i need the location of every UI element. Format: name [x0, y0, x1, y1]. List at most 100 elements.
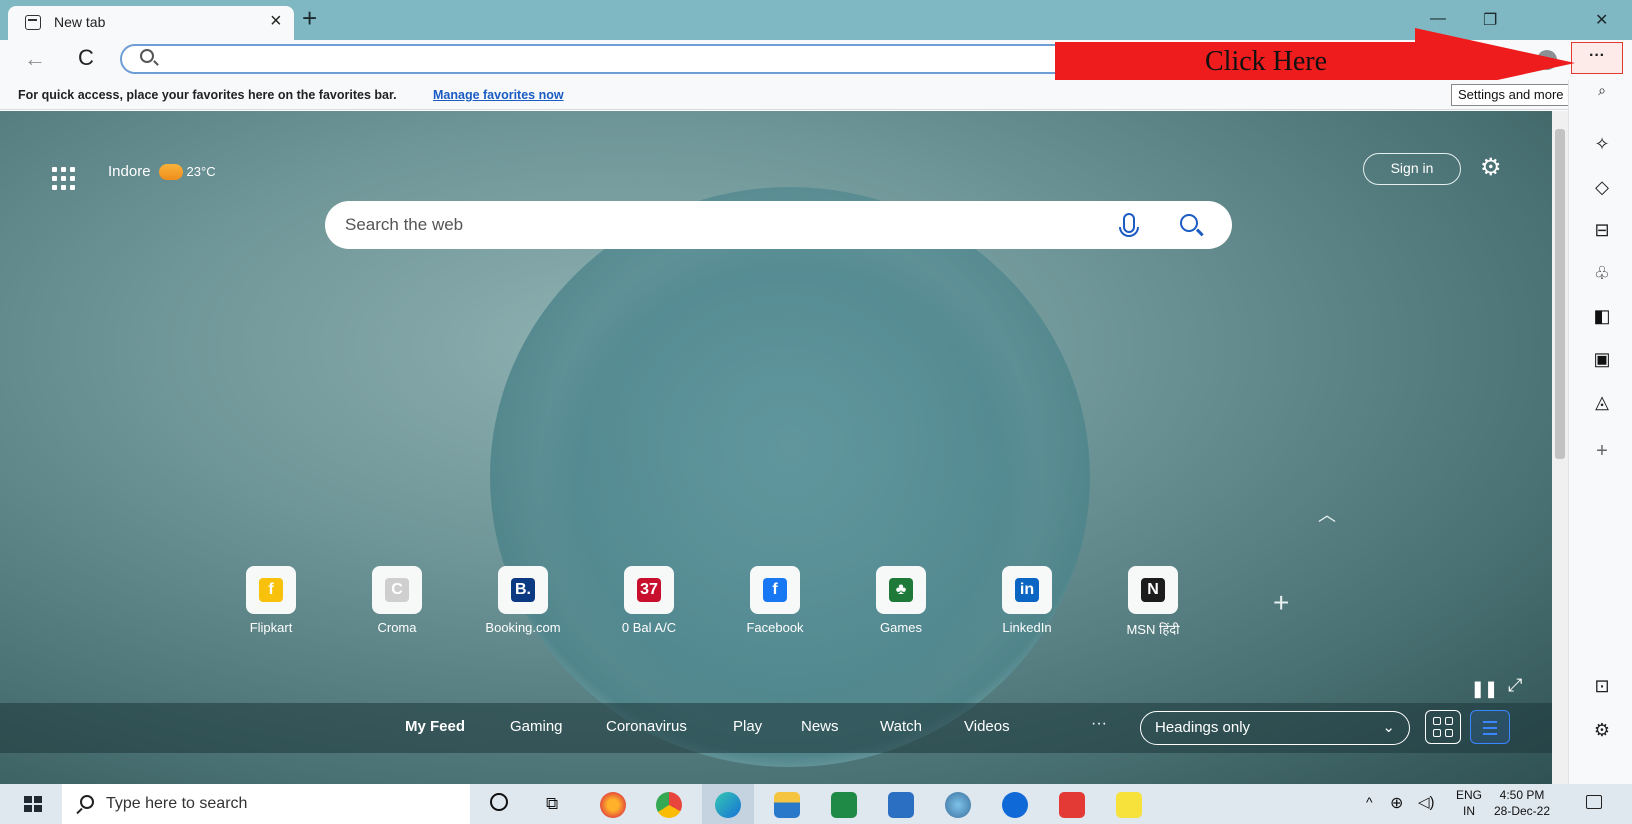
annotation-label: Click Here — [1205, 46, 1328, 77]
microphone-stand-icon — [1119, 227, 1139, 237]
new-tab-page: Indore 23°C Sign in ⚙ Search the web f Fl… — [0, 111, 1560, 784]
search-icon — [140, 49, 154, 63]
feed-tab-my-feed[interactable]: My Feed — [405, 718, 465, 735]
feed-tab-play[interactable]: Play — [733, 718, 762, 735]
volume-icon[interactable]: ◁) — [1418, 793, 1435, 811]
quick-link-icon: B. — [498, 566, 548, 614]
favorites-message: For quick access, place your favorites h… — [18, 88, 397, 102]
feed-tab-news[interactable]: News — [801, 718, 839, 735]
edge-sidebar: ⌕ ✧ ◇ ⊟ ♧ ◧ ▣ ◬ + ⊡ ⚙ — [1568, 80, 1632, 784]
feed-tab-gaming[interactable]: Gaming — [510, 718, 563, 735]
language-indicator[interactable]: ENG IN — [1456, 787, 1482, 819]
pause-background-button[interactable]: ❚❚ — [1471, 679, 1498, 699]
network-icon[interactable]: ⊕ — [1390, 793, 1403, 813]
add-quick-link-button[interactable]: + — [1273, 587, 1289, 619]
plus-icon[interactable]: + — [1591, 440, 1613, 463]
firefox-icon[interactable] — [600, 792, 626, 818]
quick-link-label: Facebook — [746, 620, 804, 635]
restore-button[interactable]: ❐ — [1483, 10, 1497, 30]
tag-icon[interactable]: ◇ — [1591, 177, 1613, 198]
new-tab-button[interactable]: + — [302, 4, 317, 32]
sun-cloud-icon — [158, 164, 183, 181]
sticky-notes-icon[interactable] — [1116, 792, 1142, 818]
web-search-box[interactable]: Search the web — [325, 201, 1232, 249]
feed-tab-videos[interactable]: Videos — [964, 718, 1010, 735]
list-view-button[interactable] — [1470, 710, 1510, 744]
quick-link-tile[interactable]: ♣ Games — [853, 566, 949, 635]
taskbar-search-placeholder: Type here to search — [106, 795, 248, 812]
document-icon[interactable] — [888, 792, 914, 818]
clock-time: 4:50 PM — [1499, 788, 1545, 802]
feed-more-button[interactable]: ··· — [1091, 715, 1107, 733]
favorites-bar: For quick access, place your favorites h… — [0, 80, 1632, 110]
windows-taskbar: Type here to search ⧉ ^ ⊕ ◁) ENG IN 4:50… — [0, 784, 1632, 824]
weather-widget[interactable]: Indore 23°C — [108, 163, 216, 181]
quick-link-label: LinkedIn — [1002, 620, 1052, 635]
settings-icon[interactable]: ⚙ — [1591, 720, 1613, 741]
edge-icon[interactable] — [715, 792, 741, 818]
grid-view-button[interactable] — [1425, 710, 1461, 744]
search-placeholder: Search the web — [345, 215, 464, 234]
quick-link-tile[interactable]: N MSN हिंदी — [1105, 566, 1201, 638]
sign-in-button[interactable]: Sign in — [1363, 153, 1461, 185]
taskbar-search-box[interactable]: Type here to search — [62, 784, 470, 824]
page-settings-gear-icon[interactable]: ⚙ — [1480, 153, 1502, 182]
taskbar-clock[interactable]: 4:50 PM 28-Dec-22 — [1494, 787, 1550, 819]
manage-favorites-link[interactable]: Manage favorites now — [433, 88, 564, 102]
notifications-icon[interactable] — [1586, 795, 1602, 809]
quick-link-label: 0 Bal A/C — [621, 620, 677, 635]
task-view-icon[interactable]: ⧉ — [546, 794, 558, 814]
search-icon[interactable]: ⌕ — [1591, 82, 1613, 99]
chevron-up-icon[interactable]: ︿ — [1318, 501, 1336, 527]
quick-link-icon: C — [372, 566, 422, 614]
expand-icon[interactable]: ⤢ — [1508, 675, 1522, 696]
quick-link-label: Croma — [377, 620, 417, 635]
minimize-button[interactable]: — — [1430, 10, 1446, 28]
close-window-button[interactable]: ✕ — [1595, 10, 1608, 30]
cortana-icon[interactable] — [490, 793, 508, 811]
chevron-down-icon: ⌄ — [1382, 719, 1395, 736]
quick-link-label: Games — [880, 620, 922, 635]
app-launcher-icon[interactable] — [52, 167, 76, 191]
games-icon[interactable]: ♧ — [1591, 263, 1613, 284]
quick-link-tile[interactable]: f Facebook — [727, 566, 823, 635]
teamviewer-icon[interactable] — [1002, 792, 1028, 818]
drop-icon[interactable]: ◬ — [1591, 392, 1613, 413]
quick-link-tile[interactable]: 37 0 Bal A/C — [601, 566, 697, 635]
region-code: IN — [1463, 804, 1475, 818]
office-icon[interactable]: ◧ — [1591, 306, 1613, 327]
search-submit-icon[interactable] — [1180, 214, 1198, 232]
spreadsheet-icon[interactable] — [831, 792, 857, 818]
layout-select[interactable]: Headings only ⌄ — [1140, 711, 1410, 745]
outlook-icon[interactable]: ▣ — [1591, 349, 1613, 370]
feed-tab-coronavirus[interactable]: Coronavirus — [606, 718, 687, 735]
quick-link-label: Flipkart — [249, 620, 293, 635]
page-scrollbar[interactable] — [1552, 111, 1568, 784]
new-tab-icon — [25, 15, 41, 30]
scrollbar-thumb[interactable] — [1555, 129, 1565, 459]
panel-icon[interactable]: ⊡ — [1591, 676, 1613, 697]
back-button[interactable]: ← — [24, 46, 46, 72]
briefcase-icon[interactable]: ⊟ — [1591, 220, 1613, 241]
chevron-up-icon[interactable]: ^ — [1366, 794, 1373, 810]
settings-and-more-button[interactable]: ··· — [1571, 42, 1623, 74]
quick-link-tile[interactable]: in LinkedIn — [979, 566, 1075, 635]
tab-close-button[interactable]: × — [270, 11, 282, 31]
file-explorer-icon[interactable] — [774, 792, 800, 818]
tab-title: New tab — [54, 14, 106, 30]
quick-link-icon: 37 — [624, 566, 674, 614]
clock-date: 28-Dec-22 — [1494, 804, 1551, 818]
feed-tab-watch[interactable]: Watch — [880, 718, 922, 735]
tab-new-tab[interactable]: New tab × — [8, 6, 294, 40]
reload-button[interactable]: C — [78, 45, 94, 71]
anydesk-icon[interactable] — [1059, 792, 1085, 818]
chrome-icon[interactable] — [656, 792, 682, 818]
quick-link-tile[interactable]: C Croma — [349, 566, 445, 635]
paint-icon[interactable] — [945, 792, 971, 818]
sparkle-icon[interactable]: ✧ — [1591, 134, 1613, 155]
quick-link-icon: f — [246, 566, 296, 614]
quick-link-tile[interactable]: B. Booking.com — [475, 566, 571, 635]
quick-link-tile[interactable]: f Flipkart — [223, 566, 319, 635]
weather-temperature: 23°C — [186, 164, 216, 179]
windows-start-icon[interactable] — [24, 796, 42, 812]
